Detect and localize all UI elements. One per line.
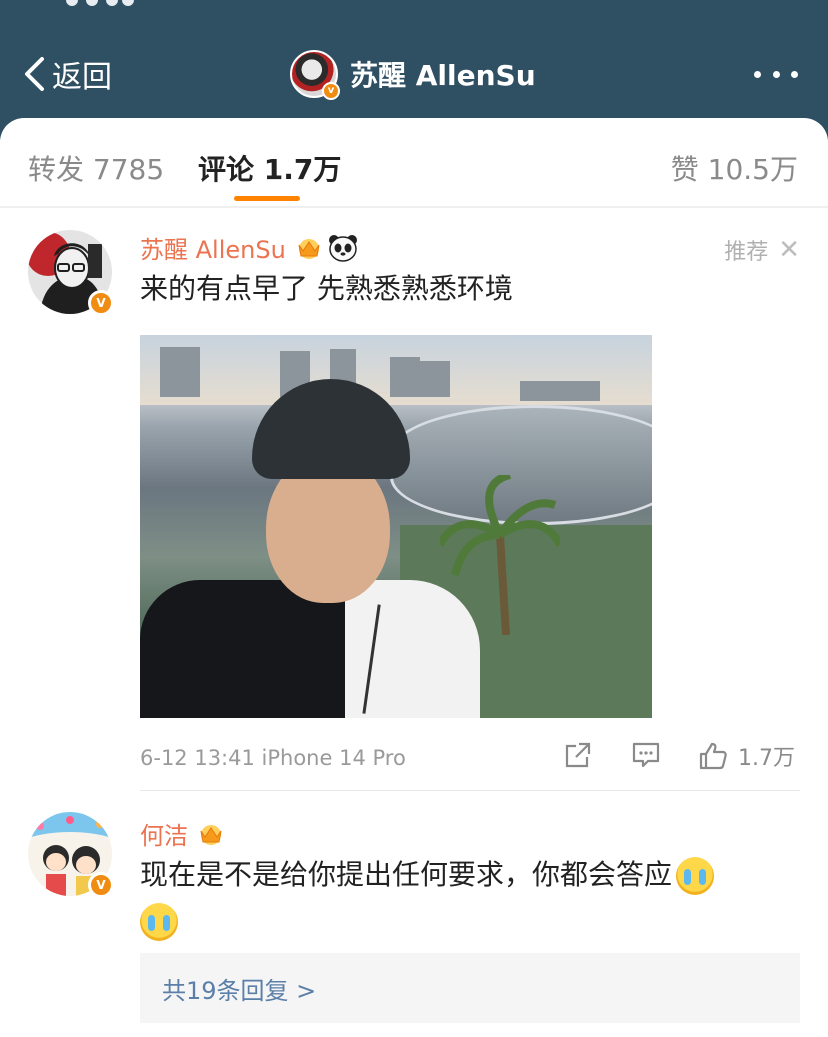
comment-username[interactable]: 何洁: [140, 816, 226, 851]
comment-button[interactable]: [631, 740, 661, 770]
share-button[interactable]: [563, 740, 593, 770]
recommend-label: 推荐: [724, 240, 769, 265]
more-dot-icon: [754, 70, 761, 78]
active-tab-indicator: [234, 196, 300, 201]
more-dot-icon: [791, 70, 798, 78]
crown-icon: [196, 822, 226, 846]
back-label: 返回: [52, 60, 112, 95]
comment-icon: [632, 742, 660, 768]
tab-repost[interactable]: 转发 7785: [28, 148, 164, 188]
status-bar: [0, 0, 828, 6]
view-replies-button[interactable]: 共19条回复 >: [140, 953, 800, 1023]
share-icon: [565, 742, 591, 768]
back-button[interactable]: 返回: [22, 54, 112, 95]
crown-icon: [294, 236, 324, 260]
like-count: 1.7万: [738, 746, 795, 771]
crying-emoji-icon: [676, 857, 715, 895]
divider: [0, 206, 828, 208]
username-text: 何洁: [140, 822, 188, 850]
comment-divider: [140, 790, 800, 791]
page-title: 苏醒 AllenSu: [350, 59, 536, 92]
verified-badge-icon: V: [88, 290, 114, 316]
comment-time-device: 6-12 13:41 iPhone 14 Pro: [140, 746, 406, 770]
avatar: v: [290, 50, 340, 100]
like-icon: [699, 742, 727, 770]
comment-text: 现在是不是给你提出任何要求，你都会答应: [140, 852, 780, 944]
comment-avatar[interactable]: V: [28, 230, 114, 316]
crying-emoji-icon: [140, 903, 178, 941]
comment-username[interactable]: 苏醒 AllenSu: [140, 230, 358, 265]
comment-photo[interactable]: [140, 335, 652, 718]
chevron-left-icon: [25, 57, 44, 91]
tab-bar: 转发 7785 评论 1.7万 赞 10.5万: [0, 118, 828, 206]
close-icon[interactable]: ✕: [778, 235, 800, 265]
more-options-button[interactable]: [754, 66, 798, 82]
like-button[interactable]: 1.7万: [698, 740, 795, 772]
content-sheet: 转发 7785 评论 1.7万 赞 10.5万 V 苏醒 AllenSu 推荐 …: [0, 118, 828, 1037]
verified-badge-icon: v: [322, 82, 340, 100]
replies-label: 共19条回复 >: [162, 977, 317, 1005]
comment-text: 来的有点早了 先熟悉熟悉环境: [140, 272, 513, 305]
comment-text-body: 现在是不是给你提出任何要求，你都会答应: [140, 858, 673, 891]
nav-title[interactable]: v 苏醒 AllenSu: [290, 48, 536, 100]
recommend-tag: 推荐 ✕: [724, 234, 800, 266]
comment-avatar[interactable]: V: [28, 812, 114, 898]
verified-badge-icon: V: [88, 872, 114, 898]
more-dot-icon: [772, 70, 780, 78]
tab-like[interactable]: 赞 10.5万: [671, 148, 798, 188]
username-text: 苏醒 AllenSu: [140, 236, 286, 264]
panda-icon: [328, 234, 358, 262]
tab-comment[interactable]: 评论 1.7万: [198, 148, 341, 188]
